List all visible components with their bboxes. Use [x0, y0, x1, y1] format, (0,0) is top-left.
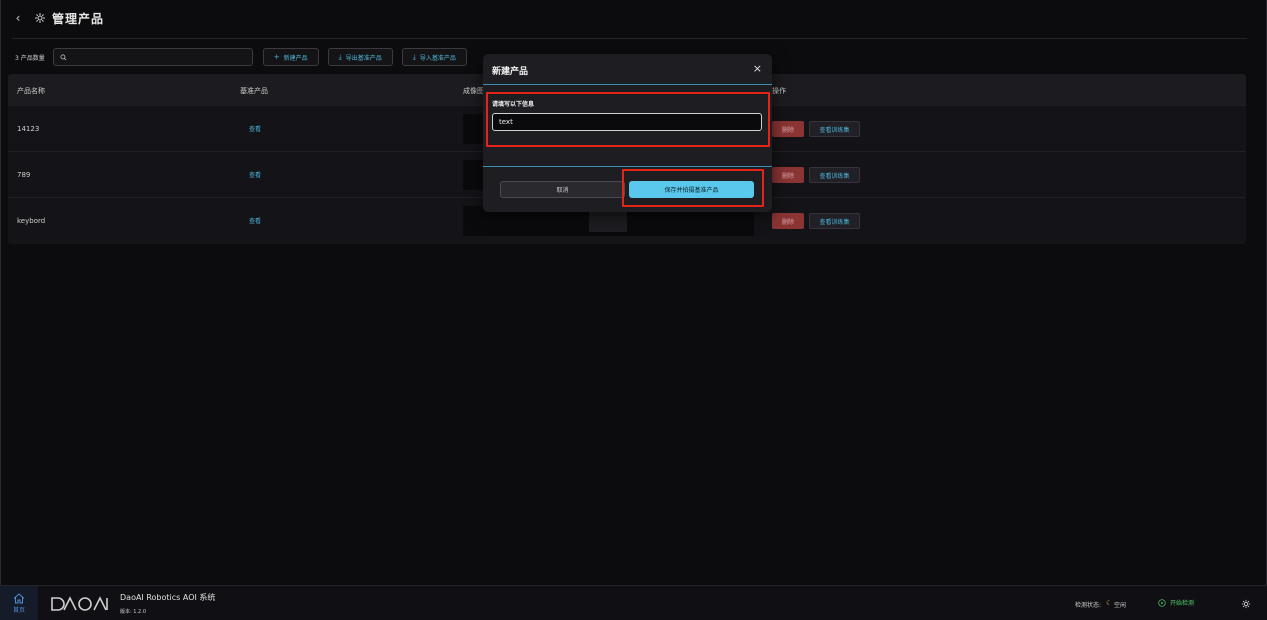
settings-gear-icon[interactable]	[1241, 599, 1251, 609]
modal-title: 新建产品	[492, 67, 529, 77]
header-actions: 操作	[772, 87, 786, 95]
new-product-label: 新建产品	[283, 54, 308, 62]
view-base-link[interactable]: 查看	[249, 170, 261, 179]
search-box[interactable]	[52, 48, 253, 66]
modal-prompt: 请填写以下信息	[492, 101, 535, 108]
home-icon	[13, 593, 25, 604]
home-label: 首页	[12, 607, 25, 614]
view-training-set-button[interactable]: 查看训练集	[809, 213, 860, 229]
view-base-link[interactable]: 查看	[249, 124, 261, 133]
toolbar: 3 产品数量 + 新建产品 ⤓ 导出基准产品 ⤓ 导入基准产品	[15, 47, 476, 67]
upload-icon: ⤓	[412, 52, 416, 61]
back-arrow-icon[interactable]: ‹	[12, 11, 24, 25]
product-name-input[interactable]	[492, 113, 762, 131]
header-base: 基准产品	[240, 87, 268, 95]
new-product-button[interactable]: + 新建产品	[262, 48, 319, 66]
modal-divider-bottom	[483, 166, 772, 167]
page-header: ‹ 管理产品	[0, 0, 1267, 36]
start-detect-label: 开始检测	[1170, 600, 1195, 607]
footer-bar: 首页 DaoAI Robotics AOI 系统 版本: 1.2.0 检测状态:…	[0, 585, 1267, 620]
header-image: 成像图	[463, 87, 484, 95]
download-icon: ⤓	[338, 52, 342, 61]
product-name: keybord	[17, 217, 46, 225]
header-name: 产品名称	[17, 87, 45, 95]
detect-status-label: 检测状态:	[1075, 602, 1102, 609]
daoai-logo-icon	[51, 596, 108, 611]
delete-button[interactable]: 删除	[772, 167, 804, 183]
brand-title: DaoAI Robotics AOI 系统	[120, 593, 216, 602]
save-and-capture-button[interactable]: 保存并拍摄基准产品	[629, 181, 754, 198]
plus-icon: +	[273, 53, 280, 61]
view-training-set-button[interactable]: 查看训练集	[809, 167, 860, 183]
export-base-label: 导出基准产品	[345, 54, 382, 62]
delete-button[interactable]: 删除	[772, 121, 804, 137]
product-name: 14123	[17, 125, 40, 133]
product-name: 789	[17, 171, 31, 179]
product-count: 3 产品数量	[15, 54, 45, 62]
start-detect-button[interactable]: 开始检测	[1158, 598, 1194, 607]
header-divider	[12, 38, 1247, 39]
home-tab[interactable]: 首页	[0, 586, 38, 620]
export-base-button[interactable]: ⤓ 导出基准产品	[327, 48, 393, 66]
search-input[interactable]	[72, 53, 243, 61]
search-icon	[60, 54, 67, 60]
detect-status-value: 空闲	[1114, 602, 1127, 609]
import-base-label: 导入基准产品	[419, 54, 456, 62]
page-title: 管理产品	[52, 11, 105, 26]
import-base-button[interactable]: ⤓ 导入基准产品	[401, 48, 467, 66]
close-icon[interactable]: ×	[753, 62, 762, 75]
view-training-set-button[interactable]: 查看训练集	[809, 121, 860, 137]
view-base-link[interactable]: 查看	[249, 216, 261, 225]
delete-button[interactable]: 删除	[772, 213, 804, 229]
play-circle-icon	[1158, 598, 1166, 607]
new-product-modal: 新建产品 × 请填写以下信息 取消 保存并拍摄基准产品	[483, 54, 772, 212]
modal-divider-top	[483, 84, 772, 85]
moon-icon: ☾	[1106, 599, 1113, 607]
cancel-button[interactable]: 取消	[500, 181, 625, 198]
gear-icon	[35, 13, 45, 23]
version-label: 版本: 1.2.0	[120, 609, 146, 615]
